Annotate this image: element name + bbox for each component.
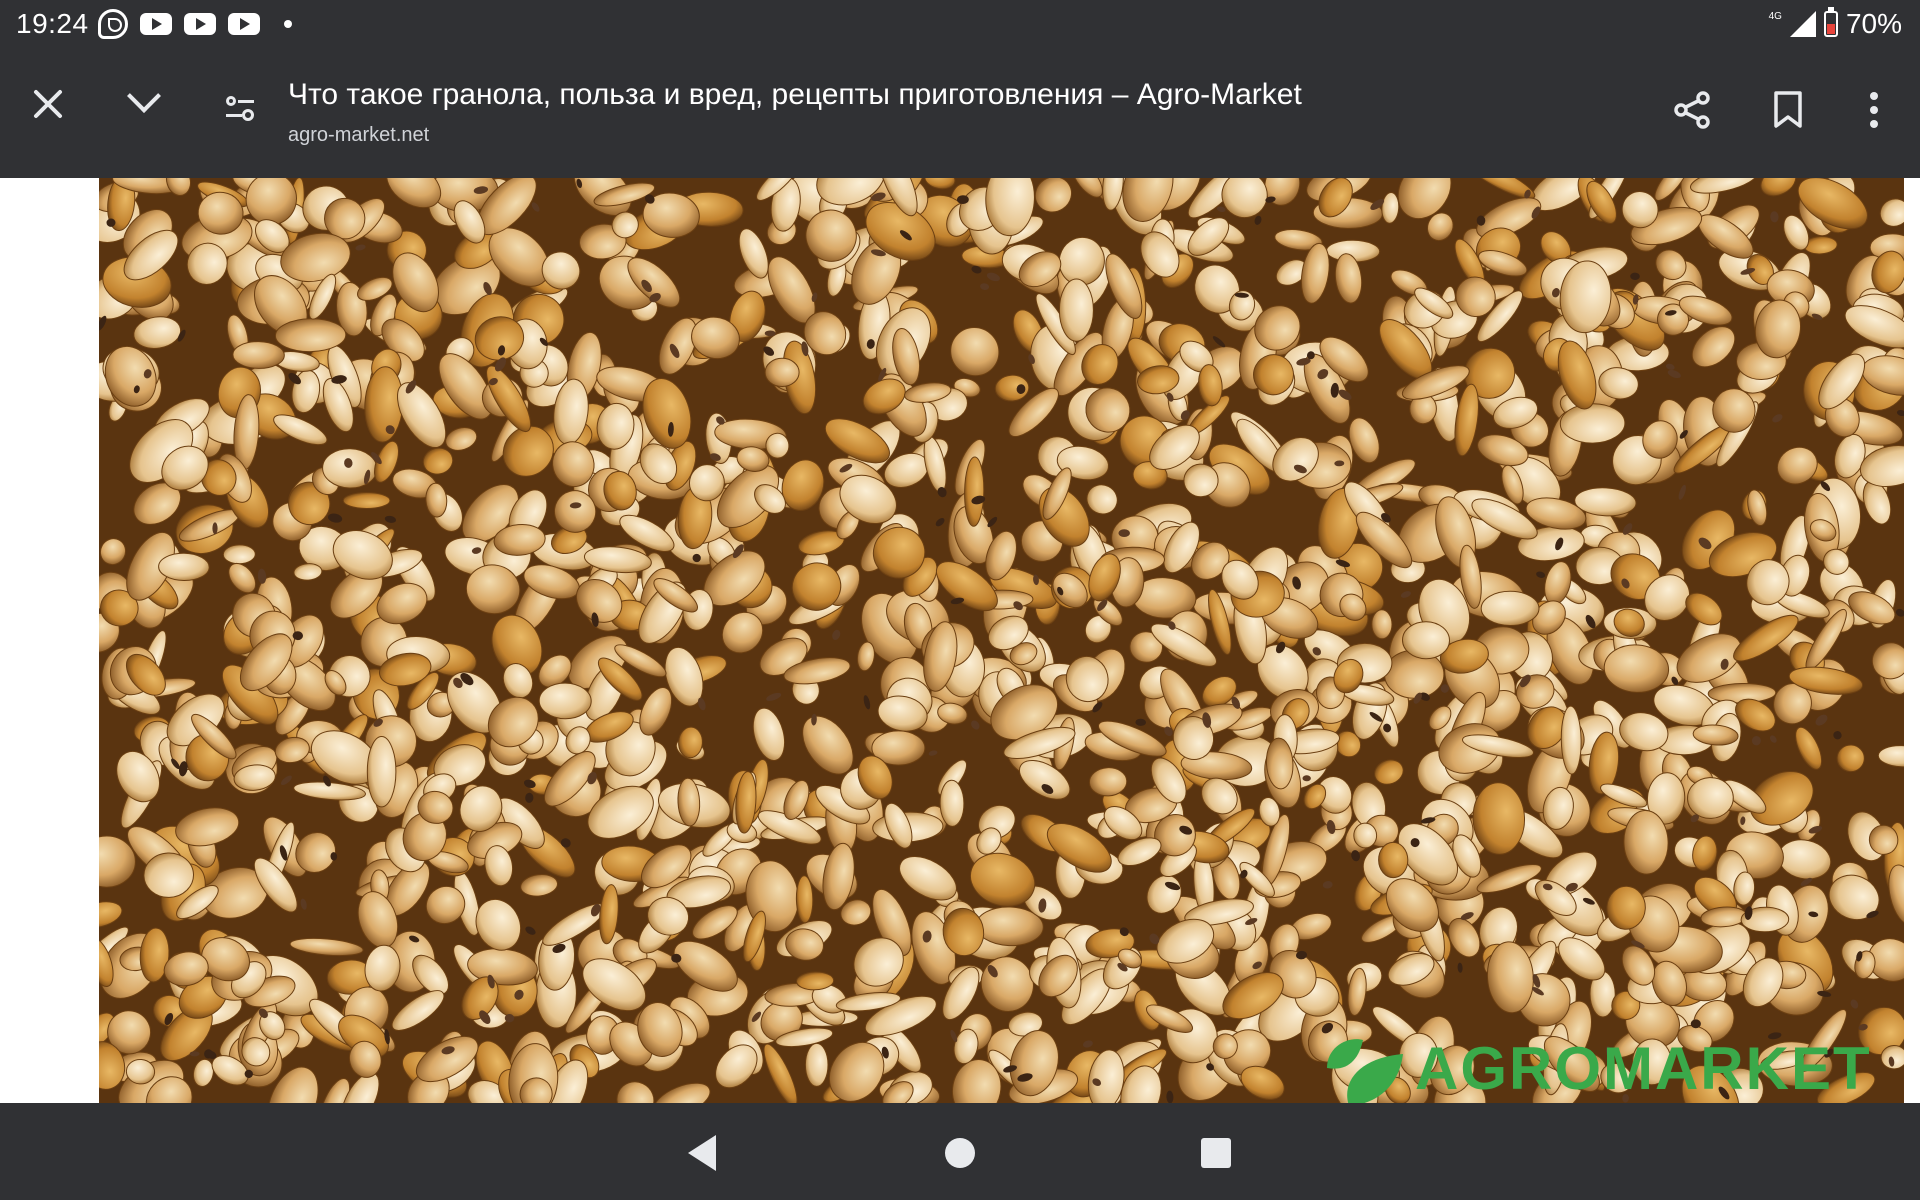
more-vert-icon <box>1870 92 1878 128</box>
leaf-logo-icon <box>1327 1039 1403 1103</box>
network-type-label: 4G <box>1768 10 1782 22</box>
page-content[interactable]: AGROMARKET <box>0 178 1920 1103</box>
youtube-icon <box>184 13 216 35</box>
oat-flake <box>804 1042 829 1087</box>
share-icon <box>1674 91 1710 129</box>
close-button[interactable] <box>16 72 80 136</box>
page-settings-button[interactable] <box>208 76 272 140</box>
oat-flake <box>1353 822 1378 849</box>
minimize-button[interactable] <box>112 70 176 134</box>
agromarket-watermark: AGROMARKET <box>1319 1028 1872 1103</box>
recents-icon <box>1201 1138 1231 1168</box>
oat-flake <box>1058 278 1094 342</box>
more-options-button[interactable] <box>1842 78 1906 142</box>
back-icon <box>688 1135 716 1171</box>
bookmark-icon <box>1774 91 1802 128</box>
oat-flake <box>1559 403 1626 444</box>
system-nav-bar <box>0 1103 1920 1200</box>
notification-icons <box>98 8 292 40</box>
granola-photo <box>99 178 1904 1103</box>
oat-flake <box>232 341 285 369</box>
close-icon <box>32 88 64 120</box>
oat-flake <box>222 544 256 565</box>
bookmark-button[interactable] <box>1756 78 1820 142</box>
system-icons: 4G 70% <box>1768 7 1902 40</box>
viber-icon <box>98 9 128 39</box>
share-button[interactable] <box>1660 78 1724 142</box>
battery-percent: 70% <box>1845 8 1902 39</box>
youtube-icon <box>140 13 172 35</box>
oat-flake <box>538 682 592 720</box>
granola-image[interactable]: AGROMARKET <box>99 178 1904 1103</box>
notification-dot-icon <box>284 20 292 28</box>
page-url[interactable]: agro-market.net <box>288 124 429 147</box>
back-button[interactable] <box>670 1121 734 1185</box>
oat-flake <box>1402 621 1450 660</box>
status-bar: 19:24 4G 70% <box>0 0 1920 48</box>
oat-flake <box>795 875 814 924</box>
youtube-icon <box>228 13 260 35</box>
page-settings-icon <box>224 94 256 122</box>
flax-seed <box>189 1051 200 1057</box>
custom-tab-toolbar: Что такое гранола, польза и вред, рецепт… <box>0 48 1920 178</box>
oat-flake <box>1371 609 1393 640</box>
home-icon <box>945 1138 975 1168</box>
oat-flake <box>158 552 210 582</box>
oat-flake <box>939 779 965 827</box>
status-time: 19:24 <box>16 8 89 39</box>
page-title[interactable]: Что такое гранола, польза и вред, рецепт… <box>288 78 1302 112</box>
signal-icon <box>1789 11 1816 37</box>
recents-button[interactable] <box>1184 1121 1248 1185</box>
battery-icon <box>1823 7 1838 37</box>
oat-flake <box>366 736 397 808</box>
watermark-text: AGROMARKET <box>1415 1034 1872 1102</box>
oat-flake <box>764 357 800 388</box>
flax-seed <box>212 522 218 535</box>
oat-flake <box>1480 590 1540 626</box>
oat-flake <box>1378 841 1409 879</box>
chevron-down-icon <box>127 79 161 113</box>
flax-seed <box>1118 529 1130 537</box>
oat-flake <box>342 492 391 509</box>
home-button[interactable] <box>928 1121 992 1185</box>
